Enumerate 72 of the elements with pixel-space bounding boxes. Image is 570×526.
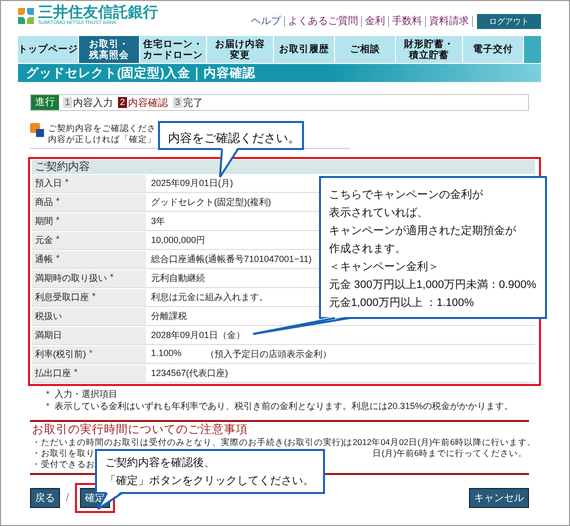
logo-icon <box>18 8 34 24</box>
nav-tab[interactable]: 住宅ローン・ カードローン <box>140 36 207 63</box>
nav-tab[interactable]: ご相談 <box>335 36 396 63</box>
header-link[interactable]: よくあるご質問 <box>285 16 362 27</box>
field-value: 元利自動継続 <box>151 272 205 285</box>
required-mark: * <box>74 367 78 379</box>
footnote-text: 表示している金利はいずれも年利率であり、税引き前の金利となります。利息には20.315%の税金がかかります。 <box>54 400 514 412</box>
notice-text: ・受付できるお <box>32 459 95 470</box>
step-label: 内容確認 <box>128 96 168 110</box>
notice-text: ・ただいまの時間のお取引は受付のみとなり、実際のお手続き(お取引の実行)は2012年04月02日(月)午前6時以降に行います。 <box>32 437 536 448</box>
field-label: 払出口座 <box>35 367 71 380</box>
field-value: 1234567(代表口座) <box>151 367 228 380</box>
field-value: 3年 <box>151 215 166 228</box>
step-number: 2 <box>118 97 128 108</box>
field-value: 総合口座通帳(通帳番号7101047001−11) <box>151 253 312 266</box>
step-label: 完了 <box>183 96 204 110</box>
bank-name: 三井住友信託銀行 <box>38 5 158 20</box>
field-label: 預入日 <box>35 177 62 190</box>
notice-text: 日(月)午前6時までに行ってください。 <box>372 448 527 459</box>
progress-label: 進行 <box>31 95 59 110</box>
field-label: 利率(税引前) <box>35 348 86 361</box>
footnote-mark: * <box>46 400 50 412</box>
required-mark: * <box>110 272 114 284</box>
field-value: 10,000,000円 <box>151 234 206 247</box>
step-number: 1 <box>63 97 72 108</box>
separator: / <box>66 492 70 504</box>
header-link[interactable]: 金利 <box>362 16 389 27</box>
header-link[interactable]: 資料請求 <box>426 16 473 27</box>
required-mark: * <box>56 215 60 227</box>
field-value: グッドセレクト(固定型)(複利) <box>151 196 271 209</box>
field-label: 満期時の取り扱い <box>35 272 107 285</box>
step-number: 3 <box>173 97 182 108</box>
page-title: グッドセレクト(固定型)入金｜内容確認 <box>18 64 541 82</box>
notice-icon <box>30 123 44 137</box>
nav-tab[interactable]: 財形貯蓄・ 積立貯蓄 <box>396 36 463 63</box>
cancel-button[interactable]: キャンセル <box>469 488 529 508</box>
required-mark: * <box>56 253 60 265</box>
field-label: 通帳 <box>35 253 53 266</box>
field-value: 2025年09月01日(月) <box>151 177 234 190</box>
field-value: 利息は元金に組み入れます。 <box>151 291 268 304</box>
section-heading: ご契約内容 <box>32 160 535 174</box>
required-mark: * <box>56 196 60 208</box>
instruction-text: ご契約内容をご確認くださ 内容が正しければ「確定」 <box>48 123 156 145</box>
required-mark: * <box>65 177 69 189</box>
field-value: 1.100% <box>151 348 182 360</box>
callout: こちらでキャンペーンの金利が 表示されていれば、 キャンペーンが適用された定期預金が 作成されます。 ＜キャンペーン金利＞ 元金 300万円以上1,000万円未満：0.900% 元金1,000万円以上 ：1.100% <box>319 176 547 319</box>
field-label: 満期日 <box>35 329 62 342</box>
field-label: 元金 <box>35 234 53 247</box>
field-value: 2028年09月01日（金） <box>151 329 246 342</box>
nav-tab[interactable]: お届け内容 変更 <box>207 36 274 63</box>
footnote-mark: * <box>46 388 50 400</box>
field-label: 商品 <box>35 196 53 209</box>
field-label: 期間 <box>35 215 53 228</box>
field-note: （預入予定日の店頭表示金利） <box>206 348 332 361</box>
field-value: 分離課税 <box>151 310 187 323</box>
logout-button[interactable]: ログアウト <box>477 14 541 29</box>
field-label: 税扱い <box>35 310 62 323</box>
nav-tab[interactable]: トップページ <box>18 36 79 63</box>
header-link[interactable]: 手数料 <box>389 16 426 27</box>
field-label: 利息受取口座 <box>35 291 89 304</box>
notice-text: ・お取引を取り <box>32 448 95 459</box>
back-button[interactable]: 戻る <box>30 488 60 508</box>
header-link[interactable]: ヘルプ <box>248 16 285 27</box>
step-label: 内容入力 <box>73 96 114 110</box>
nav-tab[interactable]: お取引履歴 <box>274 36 335 63</box>
required-mark: * <box>56 234 60 246</box>
required-mark: * <box>92 291 96 303</box>
nav-tab[interactable]: お取引・ 残高照会 <box>79 36 140 63</box>
notice-title: お取引の実行時間についてのご注意事項 <box>32 423 249 437</box>
required-mark: * <box>89 348 93 360</box>
nav-tab[interactable]: 電子交付 <box>463 36 524 63</box>
footnote-text: 入力・選択項目 <box>54 388 118 400</box>
